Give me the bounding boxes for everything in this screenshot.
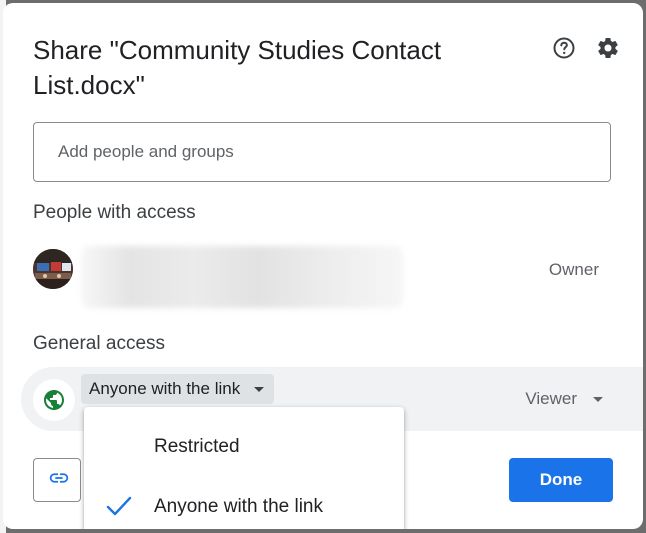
general-access-value: Anyone with the link: [89, 379, 241, 398]
help-circle-icon[interactable]: [551, 35, 577, 61]
header-actions: [551, 35, 621, 61]
avatar: [33, 249, 73, 289]
link-icon: [48, 467, 70, 494]
caret-down-icon: [593, 396, 603, 402]
menu-item-label: Anyone with the link: [154, 496, 323, 517]
share-dialog: Share "Community Studies Contact List.do…: [3, 3, 643, 529]
menu-item-label: Restricted: [154, 436, 240, 457]
owner-role-label: Owner: [548, 260, 599, 279]
copy-link-button[interactable]: [33, 458, 81, 502]
dialog-title: Share "Community Studies Contact List.do…: [33, 35, 442, 100]
add-people-input[interactable]: [33, 122, 611, 182]
general-access-dropdown[interactable]: Anyone with the link: [81, 374, 275, 404]
general-access-heading: General access: [33, 333, 166, 354]
globe-icon: [33, 379, 75, 421]
menu-item-restricted[interactable]: Restricted: [84, 417, 404, 477]
redacted-user-info: [81, 246, 403, 308]
person-row[interactable]: Owner: [33, 246, 613, 308]
done-button[interactable]: Done: [509, 458, 613, 502]
menu-item-anyone-with-link[interactable]: Anyone with the link: [84, 477, 404, 529]
link-role-value: Viewer: [525, 389, 577, 408]
checkmark-icon: [106, 495, 132, 523]
gear-icon[interactable]: [595, 35, 621, 61]
link-role-dropdown[interactable]: Viewer: [525, 389, 603, 409]
caret-down-icon: [254, 386, 265, 392]
people-with-access-heading: People with access: [33, 202, 196, 223]
access-options-menu: Restricted Anyone with the link: [84, 407, 404, 529]
